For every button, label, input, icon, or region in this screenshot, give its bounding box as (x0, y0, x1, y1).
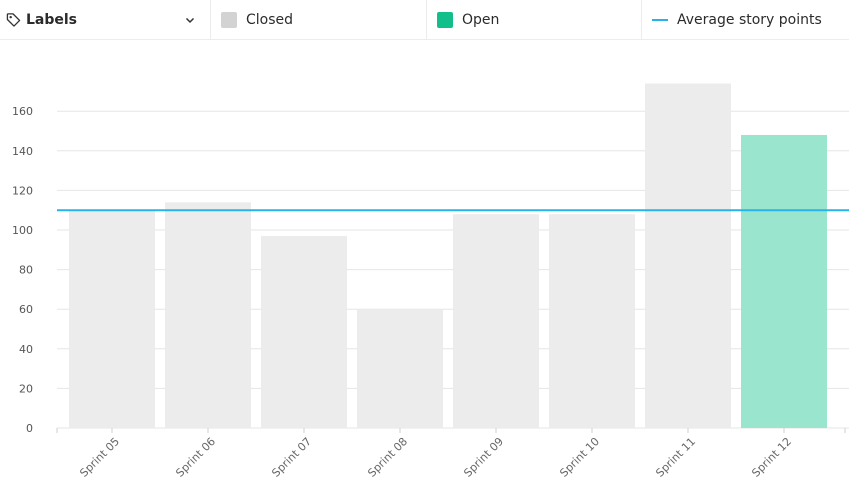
average-line-swatch (652, 18, 668, 21)
y-tick-label: 160 (12, 105, 33, 118)
y-tick-label: 20 (19, 382, 33, 395)
bar (261, 235, 347, 428)
chart-legend-toolbar: Labels Closed Open Average story points (0, 0, 849, 40)
bar (741, 134, 827, 428)
bar (645, 83, 731, 429)
bar (549, 214, 635, 428)
y-tick-label: 60 (19, 303, 33, 316)
labels-dropdown[interactable]: Labels (0, 0, 211, 39)
bar (357, 309, 443, 428)
y-tick-label: 100 (12, 224, 33, 237)
x-tick-label: Sprint 07 (269, 435, 314, 480)
open-swatch (437, 11, 453, 28)
legend-label-average: Average story points (677, 11, 822, 28)
story-points-chart: 0 20 40 60 80 100 120 140 160 Sprint 05 Sprint 06 S… (12, 83, 849, 480)
x-tick-label: Sprint 10 (557, 435, 602, 480)
tag-icon (6, 13, 21, 27)
labels-dropdown-label: Labels (26, 11, 78, 28)
x-tick-label: Sprint 08 (365, 435, 410, 480)
bar (69, 210, 155, 428)
x-tick-label: Sprint 11 (653, 435, 698, 480)
closed-swatch (221, 11, 237, 28)
legend-item-average[interactable]: Average story points (642, 0, 849, 39)
y-tick-label: 40 (19, 343, 33, 356)
legend-label-closed: Closed (246, 11, 294, 28)
y-tick-label: 120 (12, 184, 33, 197)
legend-item-closed[interactable]: Closed (211, 0, 427, 39)
y-tick-label: 80 (19, 264, 33, 277)
x-tick-label: Sprint 09 (461, 435, 506, 480)
bar (453, 214, 539, 428)
chevron-down-icon (185, 17, 195, 23)
bar (165, 202, 251, 428)
x-tick-label: Sprint 05 (77, 435, 122, 480)
y-tick-label: 140 (12, 145, 33, 158)
x-tick-label: Sprint 12 (749, 435, 794, 480)
legend-item-open[interactable]: Open (427, 0, 642, 39)
y-tick-label: 0 (26, 422, 33, 435)
x-tick-label: Sprint 06 (173, 435, 218, 480)
legend-label-open: Open (462, 11, 500, 28)
